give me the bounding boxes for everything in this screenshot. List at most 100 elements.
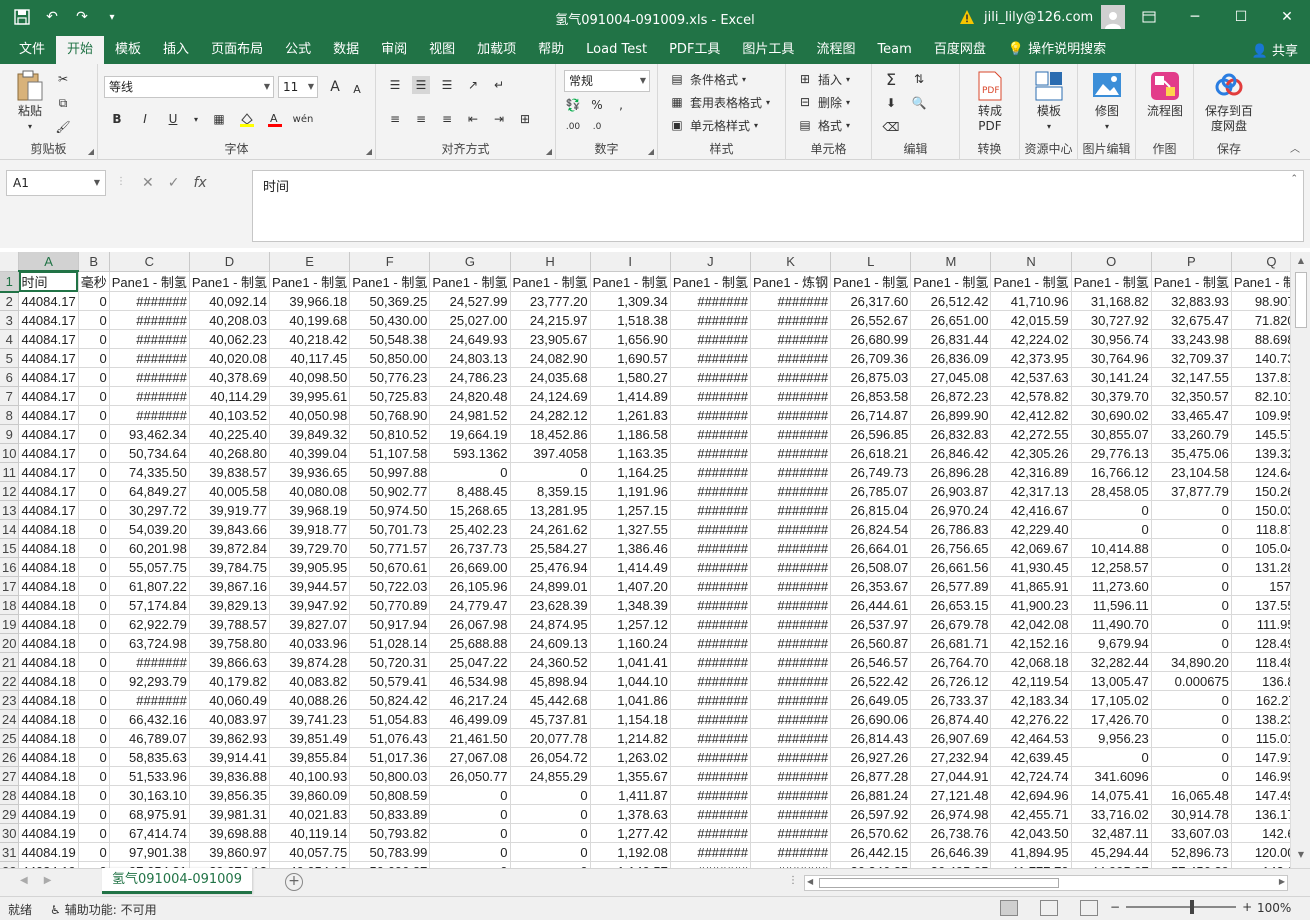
- cell[interactable]: 40,057.75: [269, 842, 351, 862]
- cell[interactable]: 44084.18: [18, 690, 79, 710]
- cell[interactable]: 26,907.69: [910, 728, 992, 748]
- cell[interactable]: 88.69856: [1231, 329, 1290, 349]
- fill-icon[interactable]: ⬇: [882, 94, 900, 112]
- cell[interactable]: 26,664.01: [830, 538, 912, 558]
- cell[interactable]: 26,317.60: [830, 291, 912, 311]
- row-header[interactable]: 26: [0, 747, 20, 767]
- cell[interactable]: 30,914.78: [1151, 804, 1232, 824]
- cell[interactable]: 1,044.10: [590, 671, 671, 691]
- tab-15[interactable]: Team: [866, 36, 922, 64]
- cell[interactable]: 39,784.75: [189, 557, 271, 577]
- scroll-thumb[interactable]: [819, 878, 1059, 888]
- cell[interactable]: #######: [750, 291, 832, 311]
- orientation-icon[interactable]: ↗: [464, 76, 482, 94]
- cell[interactable]: 40,103.52: [189, 405, 271, 425]
- cell[interactable]: 39,919.77: [189, 500, 271, 520]
- cell[interactable]: #######: [670, 633, 751, 653]
- cell[interactable]: 40,092.14: [189, 291, 271, 311]
- comma-style-icon[interactable]: ,: [612, 96, 630, 114]
- cell[interactable]: Pane1 - 制氢: [429, 271, 511, 292]
- cell[interactable]: 26,832.83: [910, 424, 992, 444]
- cell[interactable]: 0: [78, 728, 110, 748]
- tab-14[interactable]: 流程图: [805, 36, 866, 64]
- cell[interactable]: 61,807.22: [109, 576, 190, 596]
- border-icon[interactable]: ▦: [210, 110, 228, 128]
- cell[interactable]: 0: [78, 652, 110, 672]
- cell[interactable]: 26,444.61: [830, 595, 912, 615]
- cell[interactable]: 0: [1151, 500, 1232, 520]
- cell[interactable]: 44084.18: [18, 766, 79, 786]
- cell[interactable]: 26,726.12: [910, 671, 992, 691]
- cell[interactable]: 39,995.61: [269, 386, 351, 406]
- cell[interactable]: 40,117.45: [269, 348, 351, 368]
- cell[interactable]: 50,722.03: [349, 576, 431, 596]
- cell[interactable]: 0: [429, 823, 511, 843]
- increase-indent-icon[interactable]: ⇥: [490, 110, 508, 128]
- cell[interactable]: 44084.17: [18, 329, 79, 349]
- cell[interactable]: 26,786.83: [910, 519, 992, 539]
- cell[interactable]: 137.5549: [1231, 595, 1290, 615]
- row-header[interactable]: 28: [0, 785, 20, 805]
- cell[interactable]: 18,452.86: [510, 424, 591, 444]
- cell[interactable]: 50,824.42: [349, 690, 431, 710]
- cell[interactable]: 42,068.18: [990, 652, 1072, 672]
- cell[interactable]: 26,709.36: [830, 348, 912, 368]
- cell[interactable]: 44084.17: [18, 424, 79, 444]
- cell[interactable]: 46,217.24: [429, 690, 511, 710]
- cell[interactable]: 58,835.63: [109, 747, 190, 767]
- cell[interactable]: #######: [670, 500, 751, 520]
- cell[interactable]: 0: [1151, 557, 1232, 577]
- cell[interactable]: 118.4894: [1231, 652, 1290, 672]
- cell[interactable]: #######: [750, 500, 832, 520]
- cell[interactable]: 40,088.26: [269, 690, 351, 710]
- cell[interactable]: 24,124.69: [510, 386, 591, 406]
- cell[interactable]: 50,579.41: [349, 671, 431, 691]
- cell[interactable]: 27,232.94: [910, 747, 992, 767]
- cell[interactable]: 32,675.47: [1151, 310, 1232, 330]
- cell[interactable]: #######: [750, 652, 832, 672]
- font-name-combo[interactable]: 等线 ▼: [104, 76, 274, 98]
- cell[interactable]: 0: [1071, 519, 1152, 539]
- cell[interactable]: 0: [78, 614, 110, 634]
- cell[interactable]: 41,865.91: [990, 576, 1072, 596]
- cell[interactable]: 50,369.25: [349, 291, 431, 311]
- cell[interactable]: 26,872.23: [910, 386, 992, 406]
- cell[interactable]: 14,075.41: [1071, 785, 1152, 805]
- cell[interactable]: 0: [78, 291, 110, 311]
- cell[interactable]: 26,680.99: [830, 329, 912, 349]
- cell[interactable]: 39,860.97: [189, 842, 271, 862]
- cell[interactable]: 32,350.57: [1151, 386, 1232, 406]
- delete-cells-button[interactable]: ⊟ 删除 ▾: [796, 93, 850, 111]
- cell[interactable]: 44084.18: [18, 709, 79, 729]
- cell[interactable]: 21,461.50: [429, 728, 511, 748]
- cell[interactable]: 1,656.90: [590, 329, 671, 349]
- tab-4[interactable]: 页面布局: [200, 36, 274, 64]
- cell[interactable]: 24,899.01: [510, 576, 591, 596]
- cell[interactable]: 30,764.96: [1071, 348, 1152, 368]
- cell[interactable]: #######: [670, 329, 751, 349]
- cell[interactable]: 41,900.23: [990, 595, 1072, 615]
- cell[interactable]: 0: [510, 785, 591, 805]
- cell[interactable]: 24,527.99: [429, 291, 511, 311]
- cell[interactable]: 147.9139: [1231, 747, 1290, 767]
- convert-pdf-button[interactable]: PDF 转成PDF: [966, 70, 1014, 134]
- cell[interactable]: 0: [78, 595, 110, 615]
- cell[interactable]: 46,499.09: [429, 709, 511, 729]
- cell[interactable]: 42,015.59: [990, 310, 1072, 330]
- cell[interactable]: 0: [429, 804, 511, 824]
- cell[interactable]: #######: [670, 709, 751, 729]
- cell[interactable]: 62,922.79: [109, 614, 190, 634]
- cell[interactable]: 0: [1071, 500, 1152, 520]
- cell[interactable]: 32,883.93: [1151, 291, 1232, 311]
- cell[interactable]: 26,853.58: [830, 386, 912, 406]
- cell[interactable]: 42,042.08: [990, 614, 1072, 634]
- cell[interactable]: 26,824.54: [830, 519, 912, 539]
- cell[interactable]: 60,201.98: [109, 538, 190, 558]
- align-middle-icon[interactable]: ☰: [412, 76, 430, 94]
- cell[interactable]: 1,263.02: [590, 747, 671, 767]
- dialog-launcher-icon[interactable]: ◢: [88, 147, 94, 156]
- row-header[interactable]: 25: [0, 728, 20, 748]
- cell[interactable]: 40,083.82: [269, 671, 351, 691]
- cell[interactable]: 146.9922: [1231, 766, 1290, 786]
- cell[interactable]: 51,107.58: [349, 443, 431, 463]
